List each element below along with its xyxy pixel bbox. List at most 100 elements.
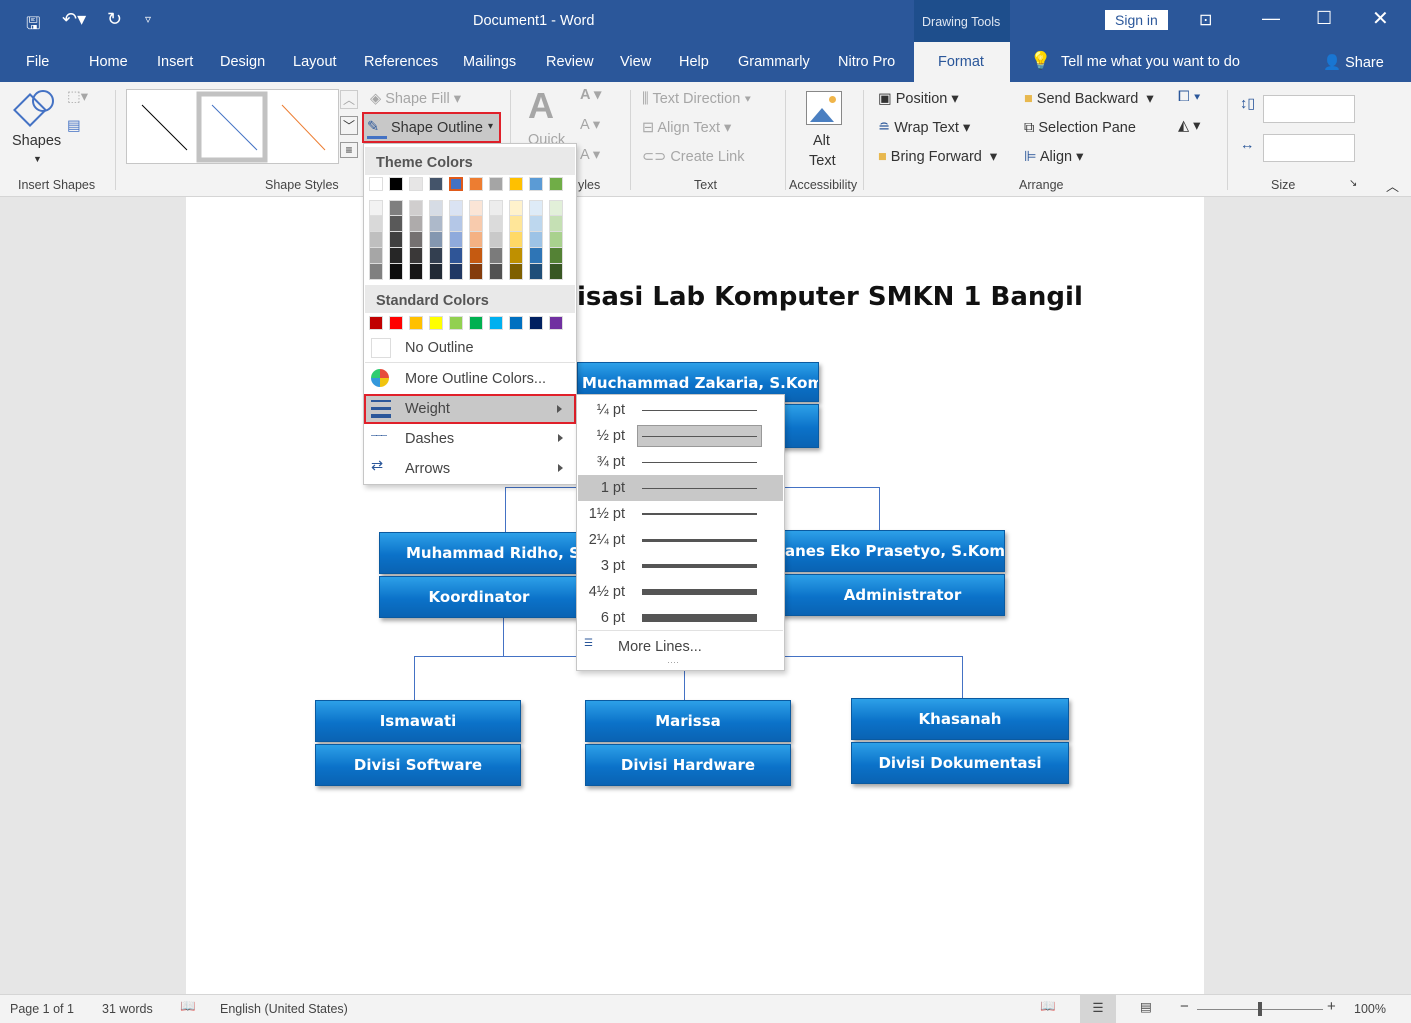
page-count[interactable]: Page 1 of 1 bbox=[10, 1002, 74, 1016]
close-button[interactable]: ✕ bbox=[1372, 6, 1389, 31]
text-fill-icon[interactable]: A ▾ bbox=[580, 87, 601, 103]
org-box-bottom-2-role[interactable]: Divisi Hardware bbox=[585, 744, 791, 786]
theme-shade-swatch[interactable] bbox=[369, 200, 383, 216]
standard-color-swatch[interactable] bbox=[509, 316, 523, 330]
redo-icon[interactable]: ↻ bbox=[107, 9, 122, 30]
standard-color-swatch[interactable] bbox=[369, 316, 383, 330]
weight-option[interactable]: ½ pt bbox=[578, 423, 783, 449]
theme-shade-swatch[interactable] bbox=[509, 232, 523, 248]
theme-shade-swatch[interactable] bbox=[549, 248, 563, 264]
theme-color-swatch[interactable] bbox=[529, 177, 543, 191]
wordart-quick-styles-icon[interactable]: A bbox=[528, 85, 554, 127]
theme-shade-swatch[interactable] bbox=[429, 232, 443, 248]
word-count[interactable]: 31 words bbox=[102, 1002, 153, 1016]
weight-option[interactable]: 6 pt bbox=[578, 605, 783, 631]
theme-shade-swatch[interactable] bbox=[469, 248, 483, 264]
text-effects-icon[interactable]: A ▾ bbox=[580, 147, 600, 163]
standard-color-swatch[interactable] bbox=[389, 316, 403, 330]
bring-forward-button[interactable]: ■ Bring Forward ▾ bbox=[878, 149, 997, 165]
theme-shade-swatch[interactable] bbox=[449, 264, 463, 280]
shape-fill-button[interactable]: ◈ Shape Fill ▾ bbox=[370, 91, 461, 107]
align-button[interactable]: ⊫ Align ▾ bbox=[1024, 149, 1083, 165]
gallery-up-button[interactable]: ︿ bbox=[340, 90, 358, 109]
text-direction-button[interactable]: ⫼ Text Direction ▾ bbox=[642, 91, 751, 107]
tell-me-search[interactable]: Tell me what you want to do bbox=[1061, 54, 1240, 70]
theme-shade-swatch[interactable] bbox=[429, 200, 443, 216]
standard-color-swatch[interactable] bbox=[449, 316, 463, 330]
theme-shade-swatch[interactable] bbox=[549, 200, 563, 216]
tab-view[interactable]: View bbox=[620, 54, 651, 70]
theme-color-swatch[interactable] bbox=[369, 177, 383, 191]
theme-shade-swatch[interactable] bbox=[449, 216, 463, 232]
theme-shade-swatch[interactable] bbox=[369, 232, 383, 248]
theme-shade-swatch[interactable] bbox=[409, 200, 423, 216]
weight-option[interactable]: 4½ pt bbox=[578, 579, 783, 605]
org-box-left-role[interactable]: Koordinator bbox=[379, 576, 579, 618]
zoom-slider-thumb[interactable] bbox=[1258, 1002, 1262, 1016]
theme-shade-swatch[interactable] bbox=[509, 264, 523, 280]
theme-shade-swatch[interactable] bbox=[409, 264, 423, 280]
tab-format[interactable]: Format bbox=[914, 42, 1010, 82]
tab-file[interactable]: File bbox=[26, 54, 49, 70]
theme-shade-swatch[interactable] bbox=[549, 232, 563, 248]
send-backward-button[interactable]: ■ Send Backward ▾ bbox=[1024, 91, 1154, 107]
theme-shade-swatch[interactable] bbox=[509, 200, 523, 216]
theme-shade-swatch[interactable] bbox=[529, 232, 543, 248]
zoom-level[interactable]: 100% bbox=[1354, 1002, 1386, 1016]
weight-option[interactable]: ¼ pt bbox=[578, 397, 783, 423]
zoom-in-button[interactable]: + bbox=[1327, 998, 1336, 1015]
theme-color-swatch[interactable] bbox=[429, 177, 443, 191]
theme-shade-swatch[interactable] bbox=[469, 200, 483, 216]
theme-shade-swatch[interactable] bbox=[509, 248, 523, 264]
no-outline-item[interactable]: No Outline bbox=[365, 334, 575, 363]
org-box-left-name[interactable]: Muhammad Ridho, S.I bbox=[379, 532, 579, 574]
gallery-more-button[interactable]: ≡ bbox=[340, 142, 358, 158]
minimize-button[interactable]: — bbox=[1262, 8, 1280, 29]
theme-shade-swatch[interactable] bbox=[389, 248, 403, 264]
wrap-text-button[interactable]: ≘ Wrap Text ▾ bbox=[878, 120, 970, 136]
theme-shade-swatch[interactable] bbox=[489, 248, 503, 264]
tab-references[interactable]: References bbox=[364, 54, 438, 70]
standard-color-swatch[interactable] bbox=[529, 316, 543, 330]
save-icon[interactable]: 🖫 bbox=[26, 11, 40, 40]
theme-color-swatch[interactable] bbox=[549, 177, 563, 191]
group-objects-icon[interactable]: ⧠ ▾ bbox=[1178, 89, 1201, 105]
theme-shade-swatch[interactable] bbox=[389, 216, 403, 232]
print-layout-icon[interactable]: ☰ bbox=[1080, 995, 1116, 1023]
selection-pane-button[interactable]: ⧉ Selection Pane bbox=[1024, 120, 1136, 136]
edit-shape-icon[interactable]: ⬚▾ bbox=[67, 89, 88, 105]
theme-shade-swatch[interactable] bbox=[449, 200, 463, 216]
theme-shade-swatch[interactable] bbox=[549, 216, 563, 232]
org-box-bottom-3-name[interactable]: Khasanah bbox=[851, 698, 1069, 740]
org-box-bottom-1-name[interactable]: Ismawati bbox=[315, 700, 521, 742]
tab-design[interactable]: Design bbox=[220, 54, 265, 70]
theme-shade-swatch[interactable] bbox=[409, 232, 423, 248]
theme-shade-swatch[interactable] bbox=[529, 216, 543, 232]
theme-shade-swatch[interactable] bbox=[369, 248, 383, 264]
customize-qat-icon[interactable]: ▿ bbox=[145, 12, 151, 26]
theme-shade-swatch[interactable] bbox=[449, 248, 463, 264]
org-box-right-name[interactable]: anes Eko Prasetyo, S.Kom bbox=[780, 530, 1005, 572]
theme-color-swatch[interactable] bbox=[389, 177, 403, 191]
standard-color-swatch[interactable] bbox=[549, 316, 563, 330]
read-mode-icon[interactable]: 📖 bbox=[1040, 999, 1056, 1014]
shapes-dropdown-icon[interactable]: ▼ bbox=[33, 154, 42, 164]
size-dialog-launcher[interactable]: ↘ bbox=[1349, 178, 1357, 189]
tab-layout[interactable]: Layout bbox=[293, 54, 337, 70]
theme-color-swatch[interactable] bbox=[449, 177, 463, 191]
theme-shade-swatch[interactable] bbox=[509, 216, 523, 232]
theme-color-swatch[interactable] bbox=[409, 177, 423, 191]
weight-option[interactable]: ¾ pt bbox=[578, 449, 783, 475]
undo-icon[interactable]: ↶▾ bbox=[62, 9, 86, 30]
theme-shade-swatch[interactable] bbox=[489, 232, 503, 248]
theme-shade-swatch[interactable] bbox=[409, 216, 423, 232]
theme-shade-swatch[interactable] bbox=[369, 216, 383, 232]
org-box-right-role[interactable]: Administrator bbox=[780, 574, 1005, 616]
collapse-ribbon-button[interactable]: ︿ bbox=[1386, 176, 1399, 195]
tab-home[interactable]: Home bbox=[89, 54, 128, 70]
theme-shade-swatch[interactable] bbox=[489, 264, 503, 280]
standard-color-swatch[interactable] bbox=[489, 316, 503, 330]
ribbon-display-icon[interactable]: ⊡ bbox=[1199, 10, 1212, 30]
shapes-button[interactable]: Shapes bbox=[12, 133, 61, 149]
standard-color-swatch[interactable] bbox=[429, 316, 443, 330]
